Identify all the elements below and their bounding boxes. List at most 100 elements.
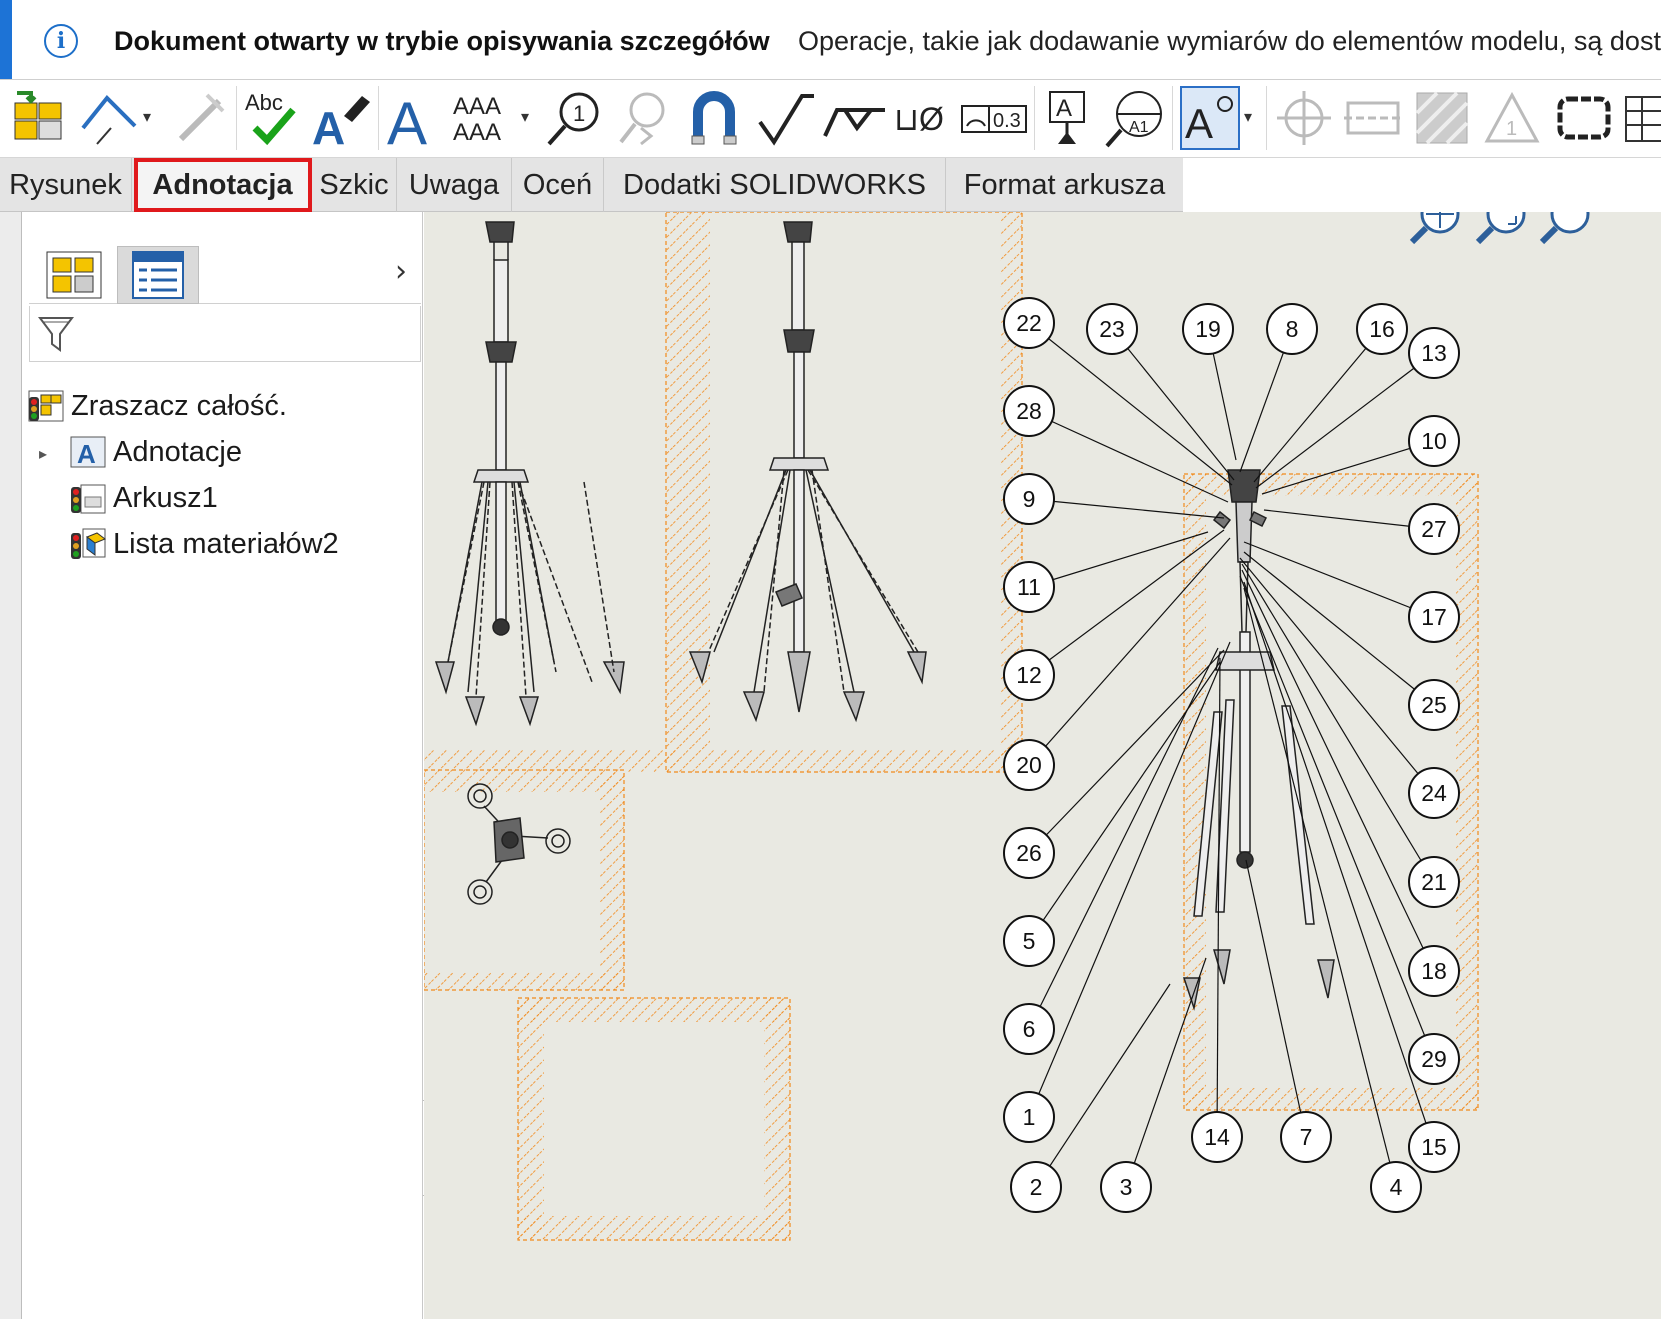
tab-rysunek[interactable]: Rysunek: [0, 158, 132, 212]
balloon-21[interactable]: 21: [1408, 856, 1460, 908]
filter-icon[interactable]: [38, 314, 74, 354]
balloon-label: 21: [1421, 869, 1447, 895]
balloon-9[interactable]: 9: [1003, 473, 1055, 525]
datum-feature-icon[interactable]: A: [1040, 86, 1096, 150]
balloon-11[interactable]: 11: [1003, 561, 1055, 613]
auto-balloon-icon[interactable]: [610, 86, 674, 150]
balloon-15[interactable]: 15: [1408, 1121, 1460, 1173]
note-icon[interactable]: A: [384, 86, 444, 150]
balloon-4[interactable]: 4: [1370, 1161, 1422, 1213]
surface-finish-icon[interactable]: [752, 86, 816, 150]
balloon-18[interactable]: 18: [1408, 945, 1460, 997]
balloon-26[interactable]: 26: [1003, 827, 1055, 879]
format-painter-icon[interactable]: A: [306, 86, 374, 150]
front-view-drawing[interactable]: [434, 221, 625, 727]
tab-adnotacja[interactable]: Adnotacja: [134, 158, 312, 212]
sheet-icon: [71, 484, 106, 514]
balloon-1[interactable]: 1: [1003, 1091, 1055, 1143]
balloon-7[interactable]: 7: [1280, 1111, 1332, 1163]
area-hatch-icon[interactable]: [1410, 86, 1474, 150]
tree-item-lista-materialow2[interactable]: Lista materiałów2: [69, 524, 339, 564]
balloon-12[interactable]: 12: [1003, 649, 1055, 701]
table-icon[interactable]: [1622, 86, 1661, 150]
svg-text:▾: ▾: [1244, 109, 1252, 126]
balloon-label: 11: [1017, 574, 1041, 600]
balloon-17[interactable]: 17: [1408, 591, 1460, 643]
tab-ocen[interactable]: Oceń: [512, 158, 604, 212]
balloon-2[interactable]: 2: [1010, 1161, 1062, 1213]
tree-root[interactable]: Zraszacz całość.: [27, 386, 287, 426]
balloon-16[interactable]: 16: [1356, 303, 1408, 355]
panel-tabs: ›: [29, 240, 421, 304]
balloon-19[interactable]: 19: [1182, 303, 1234, 355]
model-items-icon[interactable]: [6, 86, 70, 150]
property-manager-tab-icon[interactable]: [117, 246, 199, 304]
weld-symbol-icon[interactable]: [820, 86, 890, 150]
centerline-icon[interactable]: [1340, 86, 1406, 150]
balloon-label: 8: [1286, 316, 1299, 342]
svg-text:A: A: [77, 439, 96, 469]
svg-text:A: A: [312, 102, 345, 148]
tab-uwaga[interactable]: Uwaga: [397, 158, 512, 212]
balloon-label: 16: [1369, 316, 1395, 342]
zoom-previous-icon[interactable]: [1539, 194, 1590, 245]
svg-text:▾: ▾: [143, 109, 151, 126]
balloon-icon[interactable]: 1: [542, 86, 606, 150]
revision-cloud-icon[interactable]: [1552, 86, 1616, 150]
filter-bar[interactable]: [29, 306, 421, 362]
tree-item-arkusz1[interactable]: Arkusz1: [69, 478, 218, 518]
balloon-22[interactable]: 22: [1003, 297, 1055, 349]
zoom-area-icon[interactable]: [1475, 194, 1526, 245]
top-view-drawing[interactable]: [467, 783, 571, 905]
chevron-right-icon[interactable]: ›: [395, 254, 407, 289]
balloon-5[interactable]: 5: [1003, 915, 1055, 967]
zoom-to-fit-icon[interactable]: [1409, 194, 1460, 245]
datum-target-icon[interactable]: A1: [1102, 86, 1166, 150]
tab-szkic[interactable]: Szkic: [312, 158, 397, 212]
balloon-13[interactable]: 13: [1408, 327, 1460, 379]
tree-item-label: Arkusz1: [113, 481, 218, 514]
annotation-icon[interactable]: A: [1180, 86, 1240, 150]
linear-note-pattern-icon[interactable]: AAA AAA ▾: [448, 86, 536, 150]
balloon-6[interactable]: 6: [1003, 1003, 1055, 1055]
centermark-icon[interactable]: [1274, 86, 1334, 150]
balloon-8[interactable]: 8: [1266, 303, 1318, 355]
balloon-10[interactable]: 10: [1408, 415, 1460, 467]
balloon-label: 27: [1421, 516, 1447, 542]
tree-item-adnotacje[interactable]: A Adnotacje: [69, 432, 242, 472]
spell-check-icon[interactable]: Abc: [242, 86, 302, 150]
exploded-view-drawing[interactable]: [1182, 469, 1335, 1011]
tree-item-label: Adnotacje: [113, 435, 242, 468]
balloon-label: 17: [1421, 604, 1447, 630]
balloon-3[interactable]: 3: [1100, 1161, 1152, 1213]
balloon-label: 18: [1421, 958, 1447, 984]
balloon-25[interactable]: 25: [1408, 679, 1460, 731]
geometric-tolerance-icon[interactable]: 0.3: [958, 86, 1030, 150]
balloon-28[interactable]: 28: [1003, 385, 1055, 437]
balloon-14[interactable]: 14: [1191, 1111, 1243, 1163]
tab-format-arkusza[interactable]: Format arkusza: [946, 158, 1183, 212]
tab-dodatki-solidworks[interactable]: Dodatki SOLIDWORKS: [604, 158, 946, 212]
smart-dimension-icon[interactable]: ▾: [76, 86, 160, 150]
magnetic-line-icon[interactable]: [680, 86, 748, 150]
balloon-label: 13: [1421, 340, 1447, 366]
font-sample-bottom: AAA: [453, 119, 501, 146]
annotation-dropdown[interactable]: ▾: [1242, 86, 1260, 150]
infobar-title: Dokument otwarty w trybie opisywania szc…: [114, 26, 770, 56]
dimension-palette-icon[interactable]: [168, 86, 232, 150]
balloon-23[interactable]: 23: [1086, 303, 1138, 355]
balloon-label: 28: [1016, 398, 1042, 424]
expand-arrow-icon[interactable]: ▸: [39, 444, 47, 463]
balloon-label: 26: [1016, 840, 1042, 866]
balloon-label: 10: [1421, 428, 1447, 454]
balloon-29[interactable]: 29: [1408, 1033, 1460, 1085]
revision-symbol-icon[interactable]: 1: [1480, 86, 1544, 150]
annotation-toolbar: ▾ Abc A A AAA AAA ▾ 1 ⊔Ø 0.3 A A1 A ▾ 1: [0, 80, 1661, 158]
balloon-20[interactable]: 20: [1003, 739, 1055, 791]
balloon-24[interactable]: 24: [1408, 767, 1460, 819]
hole-callout-icon[interactable]: ⊔Ø: [892, 86, 952, 150]
section-view-drawing[interactable]: [688, 221, 927, 723]
feature-manager-tab-icon[interactable]: [33, 246, 115, 304]
drawing-sheet[interactable]: 22 23 19 8 16 13 28 10 9 27 11 17 12 25 20 24 26 21 5 18 6 29…: [423, 194, 1661, 1319]
balloon-27[interactable]: 27: [1408, 503, 1460, 555]
